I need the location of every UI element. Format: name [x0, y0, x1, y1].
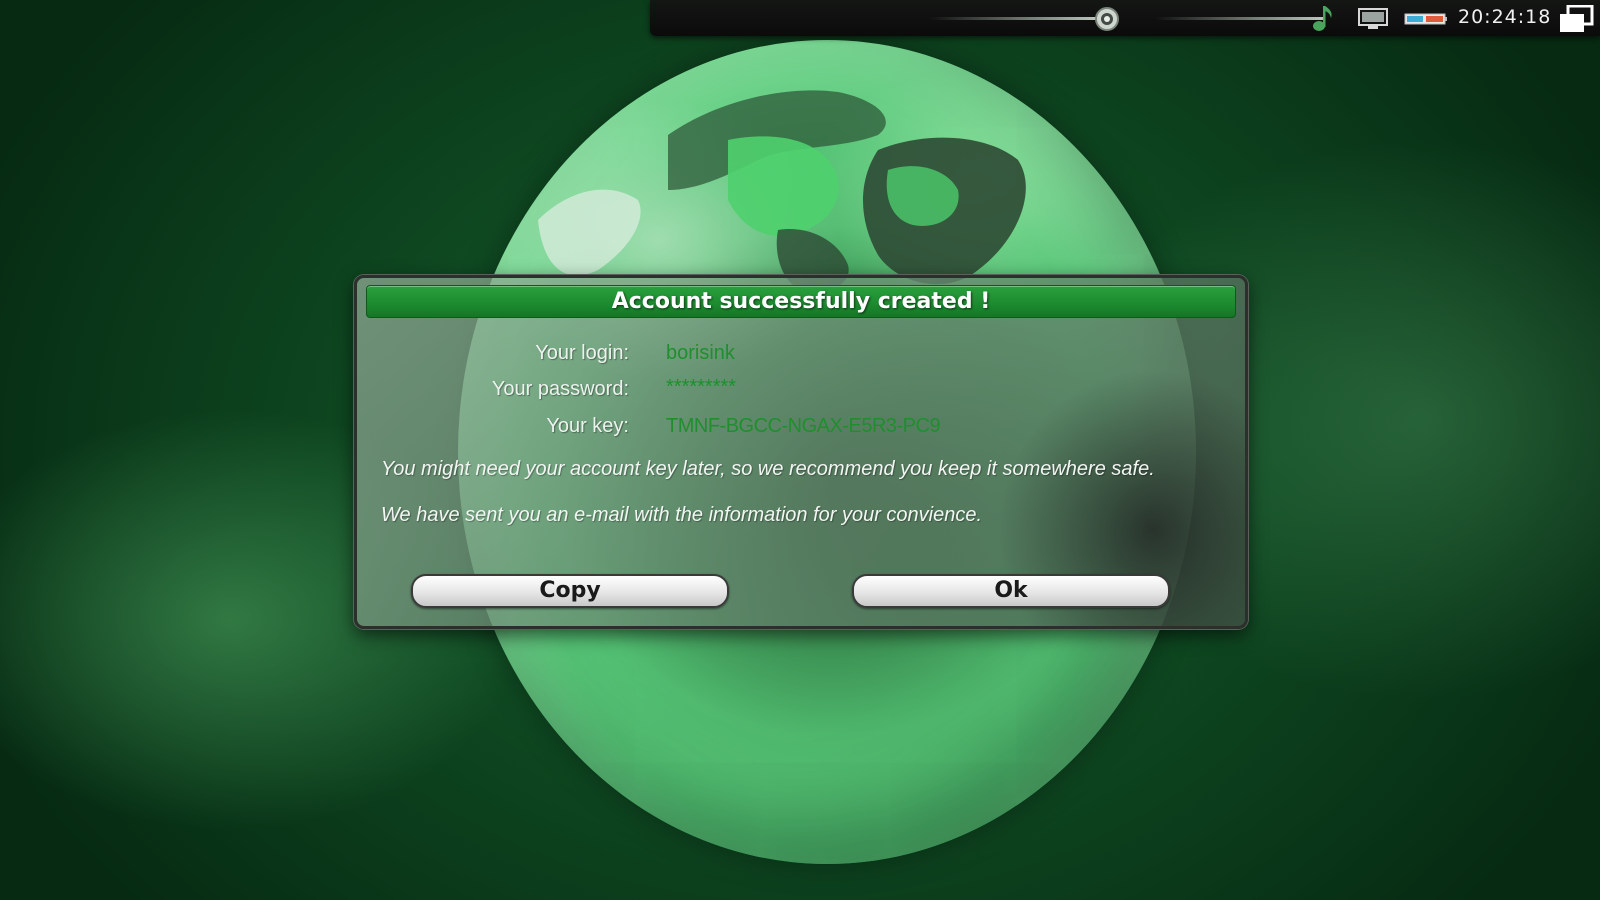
key-value: TMNF-BGCC-NGAX-E5R3-PC9: [666, 415, 941, 437]
password-value: *********: [666, 376, 737, 398]
battery-icon[interactable]: [1404, 12, 1448, 26]
password-label: Your password:: [491, 378, 629, 400]
key-label: Your key:: [546, 415, 629, 437]
dialog-title: Account successfully created !: [611, 289, 991, 314]
brightness-slider[interactable]: [930, 17, 1100, 20]
account-created-dialog: Account successfully created ! Your logi…: [354, 275, 1248, 629]
monitor-icon[interactable]: [1358, 8, 1388, 30]
login-label: Your login:: [535, 342, 629, 364]
windows-icon[interactable]: [1558, 5, 1594, 33]
copy-button[interactable]: Copy: [411, 574, 729, 608]
ok-button[interactable]: Ok: [852, 574, 1170, 608]
eye-icon[interactable]: [1094, 6, 1120, 32]
top-system-bar: 20:24:18: [650, 0, 1600, 36]
email-sent-message: We have sent you an e-mail with the info…: [381, 504, 983, 526]
key-advice-message: You might need your account key later, s…: [381, 458, 1155, 480]
clock-display: 20:24:18: [1458, 6, 1552, 28]
login-value: borisink: [666, 342, 735, 364]
volume-slider[interactable]: [1155, 17, 1325, 20]
dialog-title-bar: Account successfully created !: [366, 285, 1236, 318]
music-note-icon[interactable]: [1312, 3, 1334, 33]
